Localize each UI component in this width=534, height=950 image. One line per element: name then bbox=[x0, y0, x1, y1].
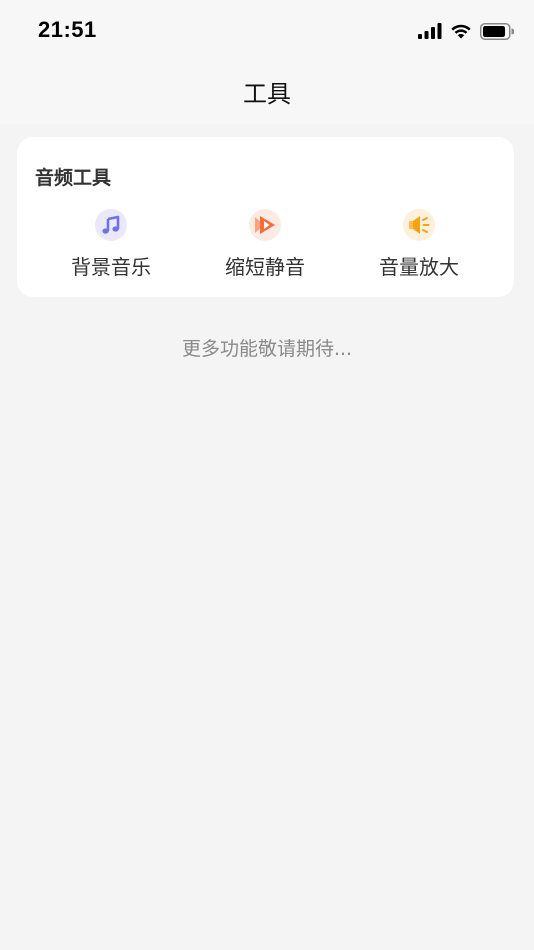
status-bar: 21:51 bbox=[0, 0, 534, 58]
more-features-text: 更多功能敬请期待... bbox=[181, 338, 353, 360]
status-icons bbox=[418, 20, 514, 42]
battery-icon bbox=[480, 22, 514, 40]
audio-tools-card: 音频工具 背景音乐 缩短静音 音量放大 bbox=[17, 137, 514, 297]
tool-label: 缩短静音 bbox=[225, 255, 305, 279]
page-title: 工具 bbox=[243, 79, 291, 108]
speaker-icon bbox=[403, 209, 435, 241]
tool-volume-boost[interactable]: 音量放大 bbox=[344, 209, 494, 283]
status-time: 21:51 bbox=[38, 17, 97, 42]
signal-icon bbox=[418, 23, 442, 39]
wifi-icon bbox=[451, 24, 471, 39]
tool-background-music[interactable]: 背景音乐 bbox=[36, 209, 186, 283]
tool-shorten-silence[interactable]: 缩短静音 bbox=[190, 209, 340, 283]
tool-label: 背景音乐 bbox=[71, 255, 151, 279]
nav-bar: 工具 bbox=[0, 58, 534, 124]
tool-label: 音量放大 bbox=[379, 255, 459, 279]
music-note-icon bbox=[95, 209, 127, 241]
card-title: 音频工具 bbox=[35, 167, 112, 189]
fast-forward-icon bbox=[249, 209, 281, 241]
